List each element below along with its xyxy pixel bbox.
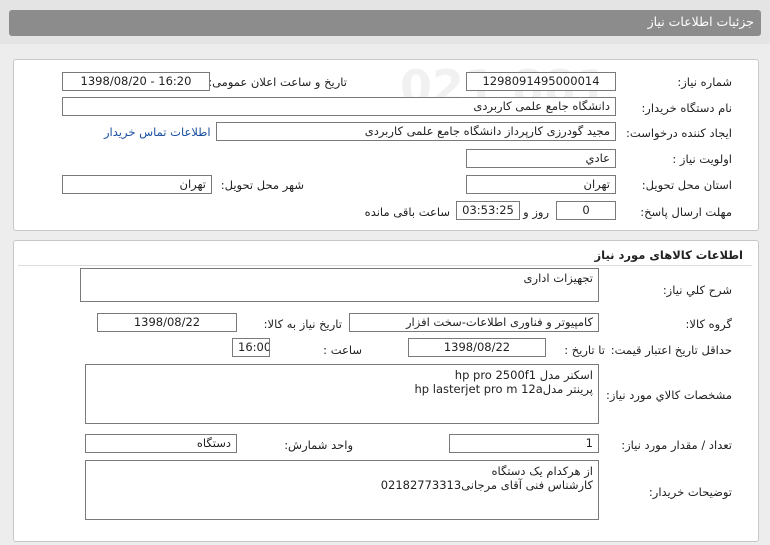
need-date-field: 1398/08/22 — [97, 313, 237, 332]
days-unit-label: روز و — [523, 205, 549, 219]
goods-section-title: اطلاعات کالاهای مورد نیاز — [594, 248, 743, 262]
need-date-label: تاریخ نیاز به کالا: — [263, 317, 342, 331]
validity-date-field: 1398/08/22 — [408, 338, 546, 357]
days-field: 0 — [556, 201, 616, 220]
goods-group-field: کامپیوتر و فناوری اطلاعات-سخت افزار — [349, 313, 599, 332]
summary-label: شرح کلي نياز: — [662, 283, 732, 297]
creator-field: مجید گودرزی کارپرداز دانشگاه جامع علمی ک… — [216, 122, 616, 141]
province-label: استان محل تحویل: — [641, 178, 732, 192]
until-date-label: تا تاریخ : — [564, 343, 605, 357]
specs-field: اسکنر مدل hp pro 2500f1 پرینتر مدلhp las… — [85, 364, 599, 424]
need-number-label: شماره نیاز: — [677, 75, 732, 89]
quantity-label: تعداد / مقدار مورد نیاز: — [621, 438, 732, 452]
buyer-field: دانشگاه جامع علمی کاربردی — [62, 97, 616, 116]
buyer-notes-field: از هرکدام یک دستگاه کارشناس فنی آقای مرج… — [85, 460, 599, 520]
city-field: تهران — [62, 175, 212, 194]
validity-hour-field: 16:00 — [232, 338, 270, 357]
specs-label: مشخصات کالاي مورد نياز: — [605, 388, 732, 402]
announce-label: تاریخ و ساعت اعلان عمومی: — [208, 75, 347, 89]
price-validity-label: حداقل تاریخ اعتبار قیمت: — [610, 343, 732, 357]
priority-field: عادي — [466, 149, 616, 168]
creator-label: ایجاد کننده درخواست: — [626, 126, 732, 140]
section-divider — [18, 265, 752, 266]
goods-group-label: گروه کالا: — [685, 317, 732, 331]
buyer-notes-label: توضیحات خریدار: — [648, 485, 732, 499]
summary-field: تجهیزات اداری — [80, 268, 599, 302]
time-left-unit-label: ساعت باقی مانده — [364, 205, 450, 219]
deadline-label: مهلت ارسال پاسخ: — [640, 205, 732, 219]
validity-hour-label: ساعت : — [323, 343, 362, 357]
quantity-field: 1 — [449, 434, 599, 453]
time-left-field: 03:53:25 — [456, 201, 520, 220]
province-field: تهران — [466, 175, 616, 194]
unit-field: دستگاه — [85, 434, 237, 453]
announce-field: 1398/08/20 - 16:20 — [62, 72, 210, 91]
unit-label: واحد شمارش: — [284, 438, 353, 452]
buyer-label: نام دستگاه خریدار: — [641, 101, 732, 115]
need-number-field: 1298091495000014 — [466, 72, 616, 91]
buyer-contact-link[interactable]: اطلاعات تماس خریدار — [104, 125, 211, 139]
priority-label: اولویت نیاز : — [672, 152, 732, 166]
city-label: شهر محل تحویل: — [220, 178, 304, 192]
page-title: جزئیات اطلاعات نیاز — [647, 14, 754, 29]
